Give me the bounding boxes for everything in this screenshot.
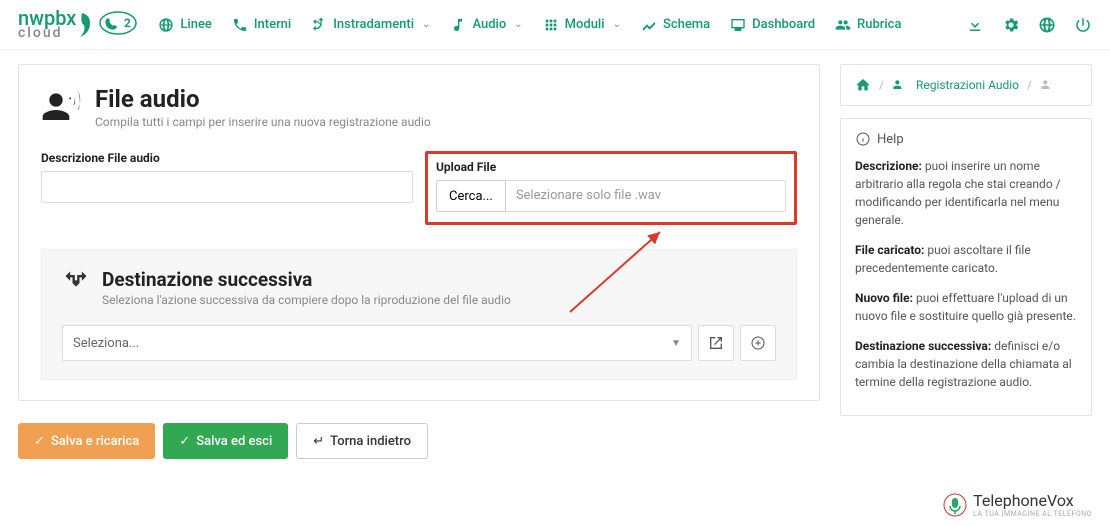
page-title: File audio: [95, 85, 431, 113]
power-icon[interactable]: [1074, 16, 1092, 34]
nav-rubrica[interactable]: Rubrica: [835, 17, 901, 33]
phone-badge-icon: 2: [98, 10, 138, 40]
upload-placeholder[interactable]: Selezionare solo file .wav: [506, 180, 786, 212]
info-icon: [855, 131, 871, 147]
upload-highlight-box: Upload File Cerca... Selezionare solo fi…: [425, 151, 797, 225]
open-external-icon: [708, 335, 724, 351]
home-icon[interactable]: [855, 77, 871, 93]
nav-dashboard[interactable]: Dashboard: [730, 17, 815, 33]
dest-subtitle: Seleziona l'azione successiva da compier…: [102, 293, 511, 307]
monitor-icon: [730, 17, 746, 33]
nav-audio[interactable]: Audio⌄: [450, 17, 522, 33]
check-icon: ✓: [179, 434, 190, 449]
add-button[interactable]: [740, 325, 776, 361]
split-icon: [311, 17, 327, 33]
mic-logo-icon: [943, 493, 967, 517]
nav-moduli[interactable]: Moduli⌄: [543, 17, 621, 33]
chevron-down-icon: ⌄: [422, 19, 430, 30]
people-icon: [835, 17, 851, 33]
caret-down-icon: ▼: [671, 338, 681, 349]
browse-button[interactable]: Cerca...: [436, 180, 506, 212]
upload-label: Upload File: [436, 160, 786, 174]
music-icon: [450, 17, 466, 33]
open-new-button[interactable]: [698, 325, 734, 361]
nav-schema[interactable]: Schema: [641, 17, 710, 33]
phone-icon: [232, 17, 248, 33]
route-icon: [62, 268, 90, 296]
breadcrumb: / Registrazioni Audio /: [840, 64, 1092, 106]
help-title: Help: [877, 132, 904, 147]
gear-icon[interactable]: [1002, 16, 1020, 34]
main-card: File audio Compila tutti i campi per ins…: [18, 64, 820, 401]
grid-icon: [543, 17, 559, 33]
action-bar: ✓Salva e ricarica ✓Salva ed esci ↵Torna …: [18, 423, 820, 459]
breadcrumb-item[interactable]: Registrazioni Audio: [916, 78, 1019, 92]
chart-icon: [641, 17, 657, 33]
return-icon: ↵: [313, 434, 324, 449]
logo[interactable]: nwpbx cloud 2: [18, 9, 138, 40]
page-subtitle: Compila tutti i campi per inserire una n…: [95, 115, 431, 129]
quote-icon: [80, 13, 94, 37]
desc-label: Descrizione File audio: [41, 151, 413, 165]
save-exit-button[interactable]: ✓Salva ed esci: [163, 423, 288, 459]
nav-instradamenti[interactable]: Instradamenti⌄: [311, 17, 430, 33]
globe-icon[interactable]: [1038, 16, 1056, 34]
record-voice-icon[interactable]: [892, 77, 908, 93]
destination-card: Destinazione successiva Seleziona l'azio…: [41, 249, 797, 380]
record-voice-small-icon: [1040, 77, 1056, 93]
globe-icon: [158, 17, 174, 33]
footer-brand: TelephoneVox LA TUA IMMAGINE AL TELEFONO: [943, 491, 1092, 518]
destination-select[interactable]: Seleziona... ▼: [62, 325, 692, 361]
back-button[interactable]: ↵Torna indietro: [296, 423, 428, 459]
dest-title: Destinazione successiva: [102, 268, 511, 291]
top-navbar: nwpbx cloud 2 Linee Interni Instradament…: [0, 0, 1110, 50]
chevron-down-icon: ⌄: [514, 19, 522, 30]
record-voice-icon: [41, 85, 81, 125]
description-input[interactable]: [41, 171, 413, 203]
nav-linee[interactable]: Linee: [158, 17, 212, 33]
help-panel: Help Descrizione: puoi inserire un nome …: [840, 118, 1092, 416]
chevron-down-icon: ⌄: [613, 19, 621, 30]
badge-number: 2: [124, 16, 131, 30]
save-reload-button[interactable]: ✓Salva e ricarica: [18, 423, 155, 459]
plus-circle-icon: [750, 335, 766, 351]
check-icon: ✓: [34, 434, 45, 449]
download-icon[interactable]: [966, 16, 984, 34]
nav-interni[interactable]: Interni: [232, 17, 291, 33]
